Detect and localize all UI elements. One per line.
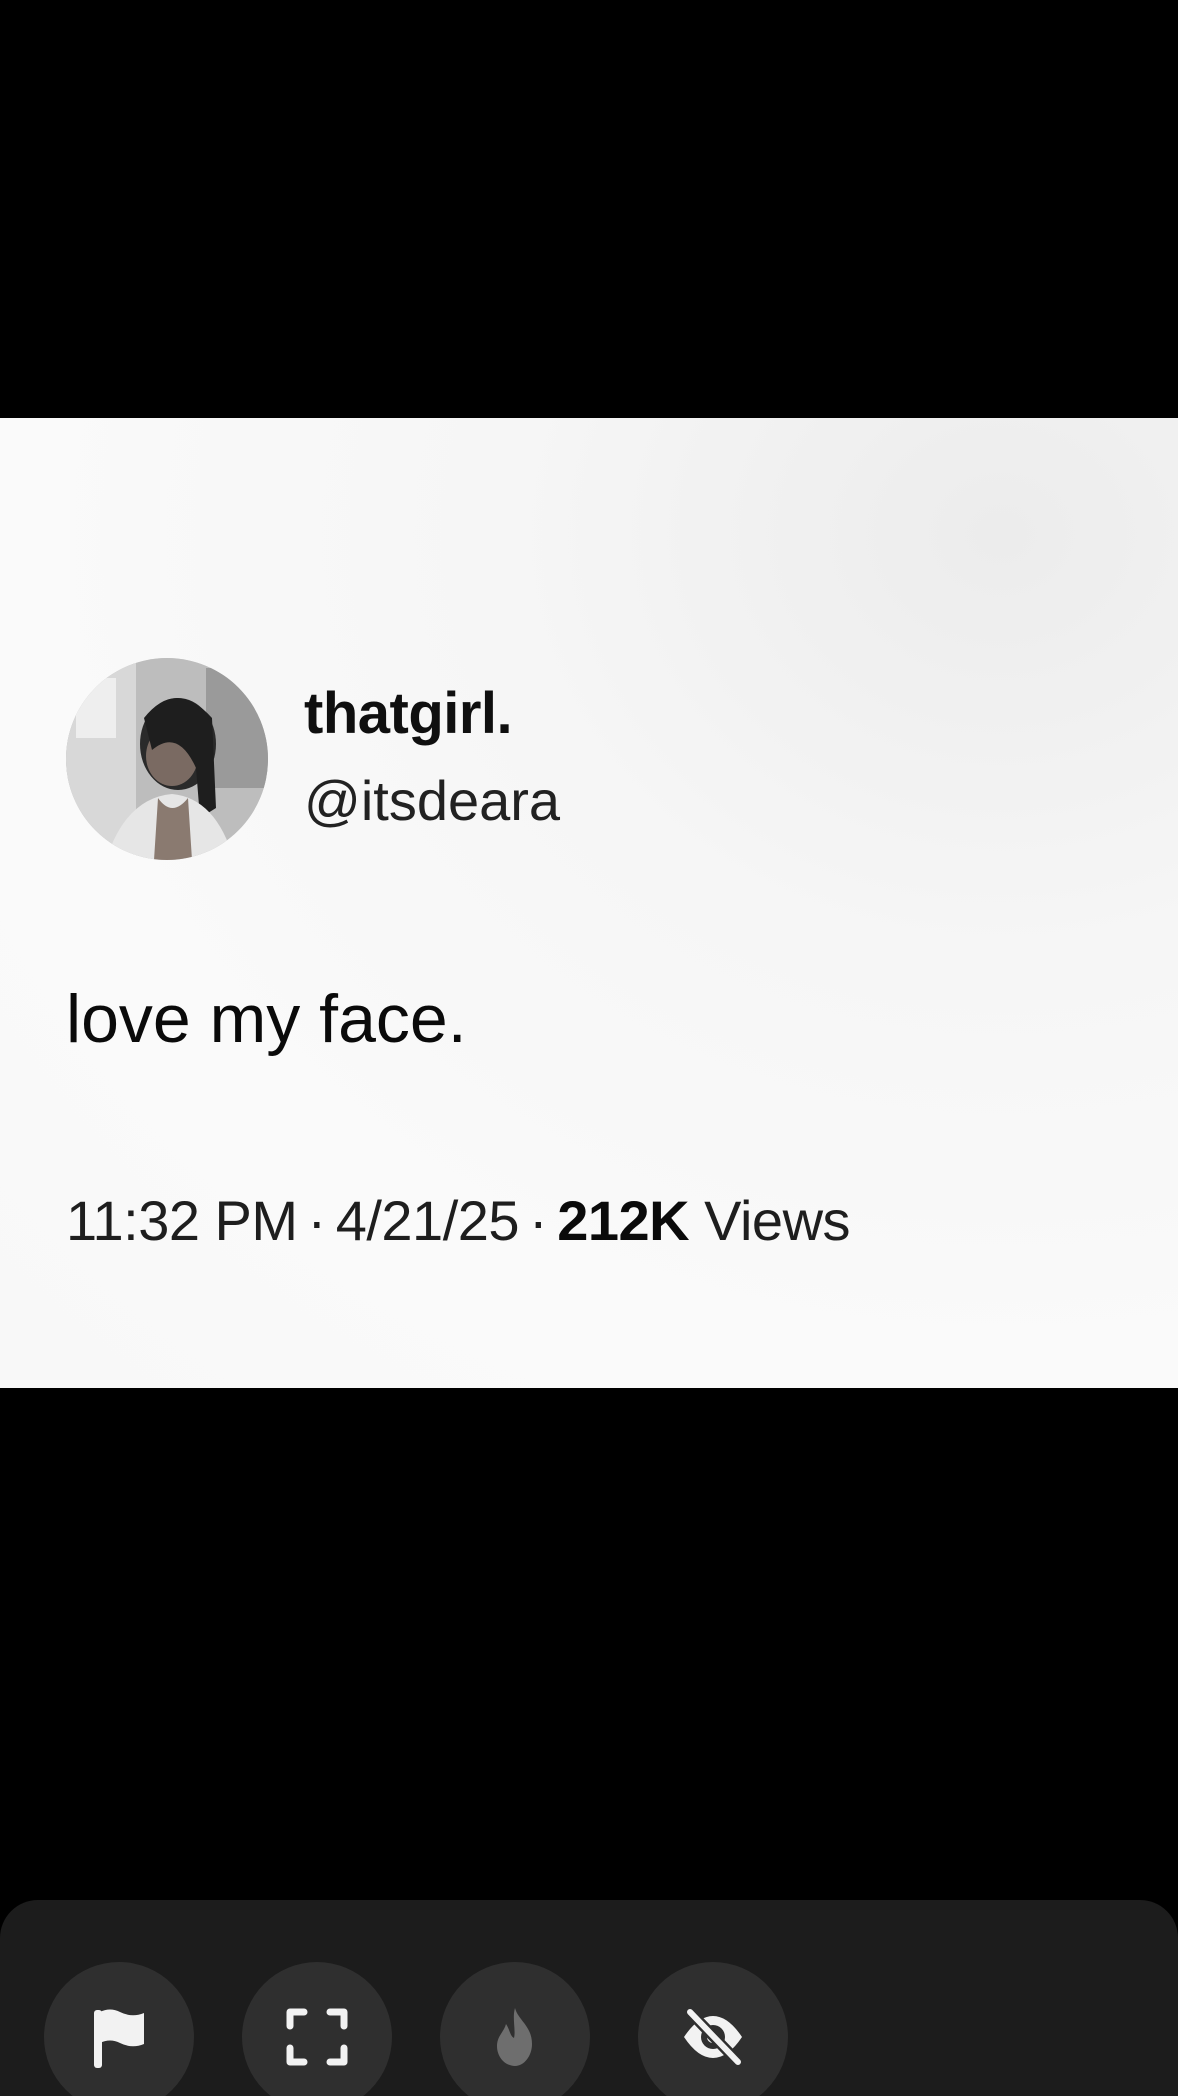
avatar-photo (66, 658, 268, 860)
tweet-text: love my face. (66, 981, 467, 1057)
fullscreen-button[interactable] (242, 1962, 392, 2096)
user-handle[interactable]: @itsdeara (304, 768, 560, 833)
tweet-meta: 11:32 PM · 4/21/25 · 212K Views (66, 1188, 851, 1253)
avatar (66, 658, 268, 860)
views-count: 212K (557, 1189, 690, 1252)
display-name[interactable]: thatgirl. (304, 680, 513, 747)
views-label: Views (704, 1189, 851, 1252)
fire-button[interactable] (440, 1962, 590, 2096)
tweet-card: thatgirl. @itsdeara love my face. 11:32 … (0, 418, 1178, 1388)
action-panel (0, 1900, 1178, 2096)
hide-button[interactable] (638, 1962, 788, 2096)
report-button[interactable] (44, 1962, 194, 2096)
eye-off-icon (684, 2006, 744, 2068)
tweet-time: 11:32 PM (66, 1189, 298, 1252)
tweet-date: 4/21/25 (335, 1189, 520, 1252)
fullscreen-icon (286, 2008, 348, 2066)
screen: thatgirl. @itsdeara love my face. 11:32 … (0, 0, 1178, 2096)
meta-separator: · (529, 1189, 548, 1252)
flag-icon (94, 2009, 144, 2068)
fire-icon (497, 2008, 532, 2066)
meta-separator: · (307, 1189, 327, 1252)
